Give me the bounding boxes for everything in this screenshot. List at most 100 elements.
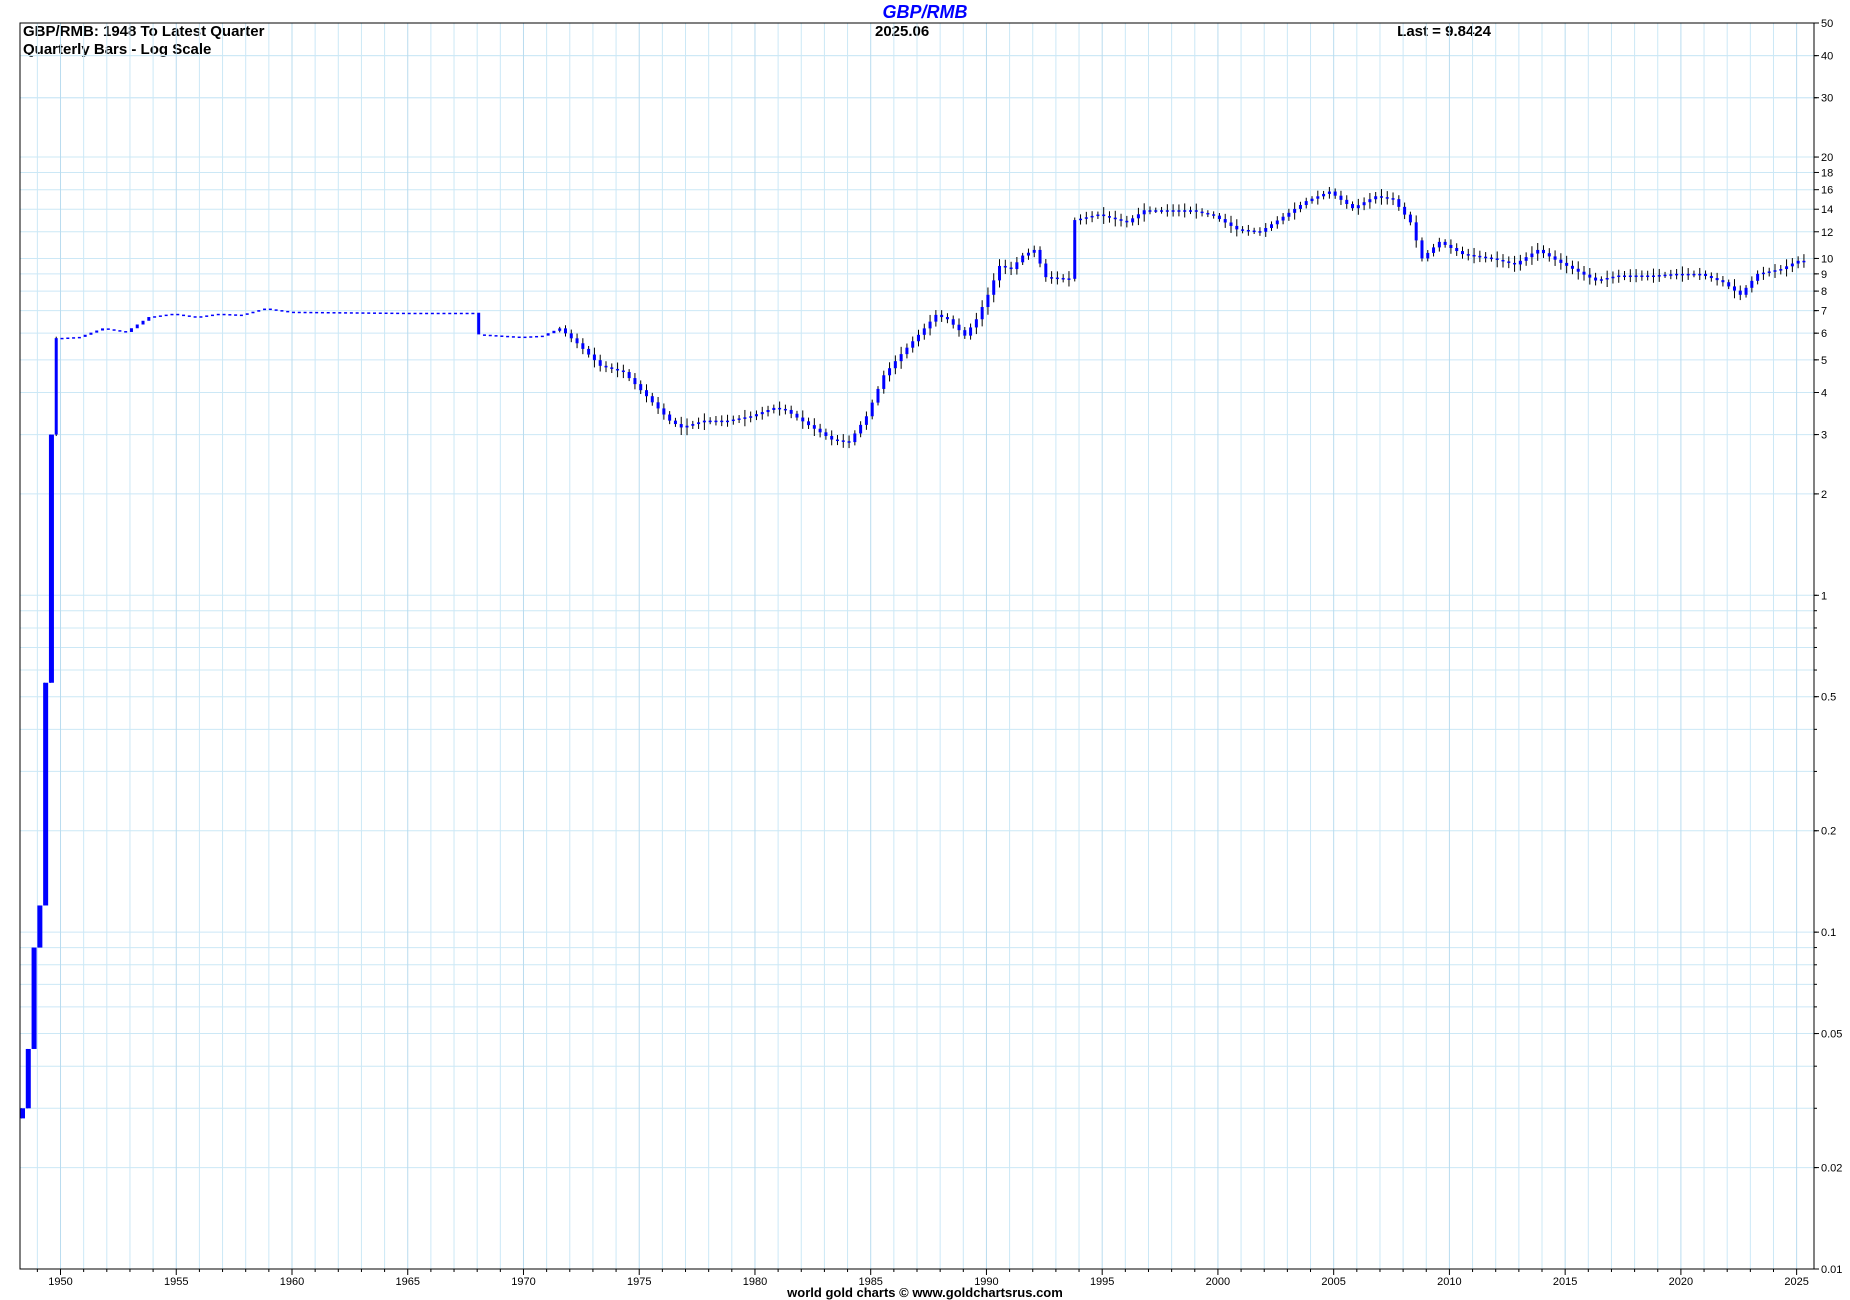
quarter-bar bbox=[720, 420, 724, 423]
quarter-bar bbox=[1067, 278, 1071, 280]
quarter-bar bbox=[876, 388, 880, 403]
quarter-bar bbox=[477, 312, 481, 335]
quarter-bar bbox=[1385, 197, 1389, 199]
quarter-bar bbox=[1634, 275, 1638, 277]
quarter-bar bbox=[1443, 241, 1447, 245]
quarter-bar bbox=[1113, 217, 1117, 220]
quarter-bar bbox=[193, 316, 197, 318]
quarter-bar bbox=[1281, 216, 1285, 221]
y-axis: 0.010.020.050.10.20.51234567891012141618… bbox=[1814, 18, 1842, 1276]
quarter-bar bbox=[702, 420, 706, 423]
quarter-bar bbox=[708, 420, 712, 423]
quarter-bar bbox=[1229, 222, 1233, 226]
quarter-bar bbox=[303, 311, 307, 314]
quarter-bar bbox=[1206, 212, 1210, 215]
quarter-bar bbox=[969, 327, 973, 336]
quarter-bar bbox=[396, 312, 400, 315]
quarter-bar bbox=[1750, 280, 1754, 288]
quarter-bar bbox=[1148, 210, 1152, 212]
quarter-bar bbox=[459, 312, 463, 315]
quarter-bar bbox=[228, 314, 232, 316]
quarter-bar bbox=[1275, 220, 1279, 225]
quarter-bar bbox=[1408, 214, 1412, 223]
y-tick-label: 7 bbox=[1821, 306, 1827, 318]
y-tick-label: 12 bbox=[1821, 227, 1833, 239]
quarter-bar bbox=[101, 328, 105, 331]
quarter-bar bbox=[1663, 274, 1667, 277]
quarter-bar bbox=[1796, 260, 1800, 264]
quarter-bar bbox=[1657, 275, 1661, 277]
quarter-bar bbox=[899, 354, 903, 362]
quarter-bar bbox=[1420, 240, 1424, 259]
quarter-bar bbox=[31, 947, 37, 1049]
quarter-bar bbox=[1594, 277, 1598, 281]
quarter-bar bbox=[1154, 210, 1158, 212]
quarter-bar bbox=[1264, 228, 1268, 232]
quarter-bar bbox=[1501, 259, 1505, 262]
quarter-bar bbox=[986, 294, 990, 308]
quarter-bar bbox=[639, 384, 643, 391]
quarter-bar bbox=[1362, 202, 1366, 206]
quarter-bar bbox=[344, 312, 348, 314]
y-tick-label: 9 bbox=[1821, 269, 1827, 281]
quarter-bar bbox=[1599, 279, 1603, 281]
quarter-bar bbox=[1489, 257, 1493, 260]
quarter-bar bbox=[373, 312, 377, 314]
quarter-bar bbox=[1466, 254, 1470, 256]
quarter-bar bbox=[1675, 273, 1679, 276]
quarter-bar bbox=[610, 367, 614, 369]
quarter-bar bbox=[934, 314, 938, 322]
quarter-bar bbox=[1472, 254, 1476, 257]
quarter-bar bbox=[1079, 218, 1083, 221]
quarter-bar bbox=[1536, 249, 1540, 254]
source-credit: world gold charts © www.goldchartsrus.co… bbox=[787, 1285, 1063, 1300]
quarter-bar bbox=[1258, 231, 1262, 233]
quarter-bar bbox=[315, 311, 319, 314]
quarter-bar bbox=[905, 347, 909, 355]
quarter-bar bbox=[430, 312, 434, 315]
quarter-bar bbox=[210, 314, 214, 317]
quarter-bar bbox=[1304, 201, 1308, 206]
quarter-bar bbox=[482, 334, 486, 336]
quarter-bar bbox=[760, 412, 764, 415]
quarter-bar bbox=[1293, 208, 1297, 213]
quarter-bar bbox=[1414, 222, 1418, 241]
quarter-bar bbox=[89, 332, 93, 335]
quarter-bar bbox=[575, 338, 579, 344]
quarter-bar bbox=[129, 328, 133, 332]
quarter-bar bbox=[436, 312, 440, 315]
quarter-bar bbox=[592, 354, 596, 361]
quarter-bar bbox=[824, 432, 828, 436]
quarter-bar bbox=[1802, 260, 1806, 263]
quarter-bar bbox=[251, 311, 255, 314]
quarter-bar bbox=[1432, 247, 1436, 253]
quarter-bar bbox=[685, 425, 689, 428]
quarter-bar bbox=[1518, 260, 1522, 265]
quarter-bar bbox=[1623, 275, 1627, 277]
quarter-bar bbox=[847, 441, 851, 443]
quarter-bar bbox=[1252, 230, 1256, 233]
quarter-bar bbox=[1102, 214, 1106, 217]
quarter-bar bbox=[1316, 196, 1320, 199]
quarter-bar bbox=[1038, 249, 1042, 264]
quarter-bar bbox=[1588, 274, 1592, 278]
quarter-bar bbox=[587, 348, 591, 355]
quarter-bar bbox=[286, 310, 290, 313]
quarter-bar bbox=[147, 317, 151, 321]
quarter-bar bbox=[1183, 210, 1187, 212]
quarter-bar bbox=[48, 434, 54, 683]
quarter-bar bbox=[1426, 252, 1430, 259]
quarter-bar bbox=[645, 390, 649, 397]
y-tick-label: 0.02 bbox=[1821, 1163, 1842, 1175]
quarter-bar bbox=[650, 396, 654, 403]
quarter-bar bbox=[367, 312, 371, 314]
quarter-bar bbox=[1756, 273, 1760, 281]
quarter-bar bbox=[1217, 215, 1221, 220]
quarter-bar bbox=[205, 315, 209, 317]
quarter-bar bbox=[1015, 262, 1019, 270]
quarter-bar bbox=[234, 314, 238, 316]
quarter-bar bbox=[656, 402, 660, 409]
quarter-bar bbox=[1790, 263, 1794, 267]
quarter-bar bbox=[245, 313, 249, 315]
quarter-bar bbox=[66, 337, 70, 340]
